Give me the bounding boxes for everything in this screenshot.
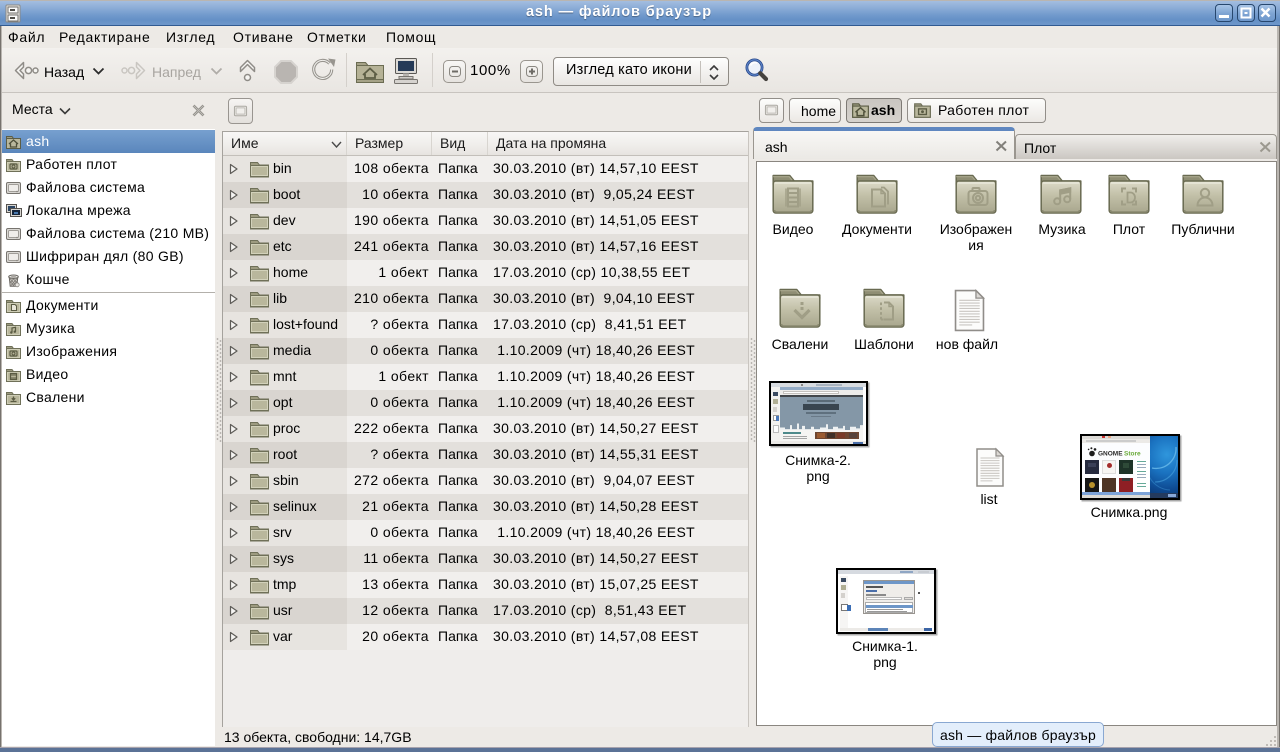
svg-text:GNOME: GNOME [1098,451,1123,458]
svg-text:Store: Store [1124,451,1141,458]
